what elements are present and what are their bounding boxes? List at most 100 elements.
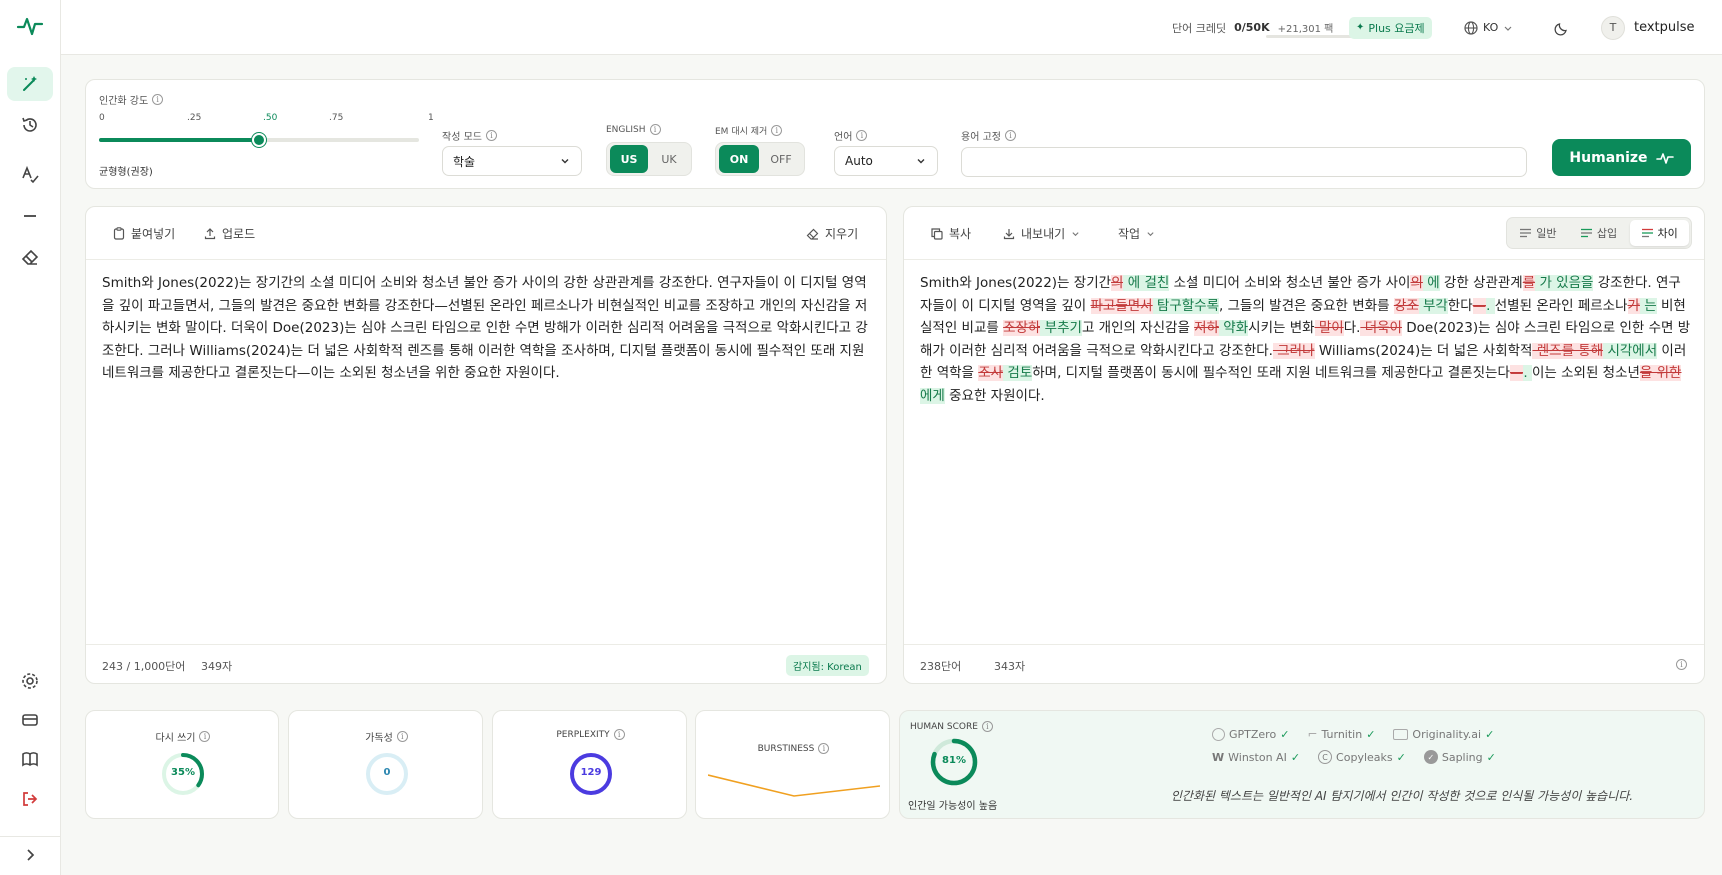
- diff-deletion: 의: [1111, 275, 1124, 291]
- credit-card-icon: [22, 714, 38, 726]
- copy-button[interactable]: 복사: [931, 225, 971, 242]
- diff-unchanged: 소셜 미디어 소비와 청소년 불안 증가 사이: [1169, 275, 1411, 291]
- sidebar-humanize-button[interactable]: [7, 67, 53, 101]
- chevron-down-icon: [917, 159, 925, 164]
- output-diff-text[interactable]: Smith와 Jones(2022)는 장기간의 에 걸친 소셜 미디어 소비와…: [920, 272, 1692, 408]
- avatar: T: [1601, 15, 1625, 40]
- strength-slider-thumb[interactable]: [252, 133, 266, 147]
- info-icon[interactable]: i: [613, 729, 625, 740]
- export-button[interactable]: 내보내기: [1003, 225, 1080, 242]
- sidebar-docs-button[interactable]: [7, 742, 53, 776]
- language-select[interactable]: Auto: [834, 146, 938, 176]
- detector-name: Turnitin: [1321, 727, 1363, 741]
- diff-deletion: 가: [1627, 297, 1640, 314]
- human-score-caption: 인간일 가능성이 높음: [908, 801, 998, 812]
- diff-deletion: 말이: [1314, 320, 1344, 337]
- clear-button[interactable]: 지우기: [806, 225, 858, 242]
- sidebar-billing-button[interactable]: [7, 703, 53, 737]
- sidebar-settings-button[interactable]: [7, 664, 53, 698]
- clear-label: 지우기: [825, 227, 859, 241]
- language-selector[interactable]: KO: [1464, 0, 1513, 55]
- tick-50: .50: [263, 113, 278, 123]
- info-icon[interactable]: i: [396, 731, 408, 742]
- view-normal-label: 일반: [1536, 227, 1557, 240]
- chevron-down-icon: [561, 159, 569, 164]
- gear-icon: [22, 673, 38, 689]
- info-icon[interactable]: i: [1004, 130, 1016, 141]
- check-icon: ✓: [1366, 727, 1376, 741]
- chevron-down-icon: [1072, 232, 1079, 237]
- english-uk-option[interactable]: UK: [650, 145, 688, 173]
- check-icon: ✓: [1396, 750, 1406, 764]
- em-dash-off-option[interactable]: OFF: [761, 145, 801, 173]
- output-char-count: 343자: [994, 660, 1026, 673]
- sidebar-eraser-button[interactable]: [7, 240, 53, 274]
- input-char-count: 349자: [201, 660, 233, 673]
- rewrite-label-text: 다시 쓰기: [155, 733, 196, 744]
- info-icon[interactable]: i: [485, 130, 497, 141]
- readability-label-text: 가독성: [365, 733, 393, 744]
- paste-label: 붙여넣기: [131, 227, 176, 241]
- clipboard-icon: [113, 227, 125, 240]
- strength-ticks: 0 .25 .50 .75 1: [99, 113, 434, 125]
- info-icon[interactable]: i: [818, 743, 830, 754]
- mode-select[interactable]: 학술: [442, 146, 582, 176]
- info-icon[interactable]: i: [1676, 659, 1687, 670]
- english-us-option[interactable]: US: [610, 145, 648, 173]
- input-text[interactable]: Smith와 Jones(2022)는 장기간의 소셜 미디어 소비와 청소년 …: [102, 272, 872, 385]
- sidebar-dash-button[interactable]: [7, 199, 53, 233]
- info-icon[interactable]: i: [981, 721, 993, 732]
- footer-divider: [904, 644, 1704, 645]
- chevron-down-icon: [1504, 26, 1512, 31]
- info-icon[interactable]: i: [856, 130, 868, 141]
- info-icon[interactable]: i: [649, 124, 661, 135]
- sidebar-logout-button[interactable]: [7, 782, 53, 816]
- terms-input[interactable]: [961, 147, 1527, 177]
- diff-unchanged: Smith와 Jones(2022)는 장기간: [920, 275, 1112, 291]
- detected-language-badge: 감지됨: Korean: [786, 655, 869, 676]
- detector-name: Sapling: [1441, 750, 1483, 764]
- logo-pulse-icon[interactable]: [16, 14, 44, 41]
- view-normal-option[interactable]: 일반: [1509, 220, 1568, 246]
- language-label-text: 언어: [834, 132, 853, 143]
- burstiness-metric-card: BURSTINESS i: [695, 710, 890, 819]
- sidebar-spellcheck-button[interactable]: [7, 158, 53, 192]
- strength-slider[interactable]: [99, 133, 419, 147]
- magic-wand-icon: [23, 76, 37, 91]
- english-label: ENGLISH i: [606, 124, 661, 135]
- upload-button[interactable]: 업로드: [204, 225, 255, 242]
- perplexity-metric-card: PERPLEXITY i 129: [492, 710, 687, 819]
- sidebar-expand-button[interactable]: [7, 838, 53, 872]
- detector-name: Copyleaks: [1336, 750, 1393, 764]
- chevron-right-icon: [27, 849, 35, 861]
- originality-icon: [1393, 728, 1409, 740]
- rewrite-metric-card: 다시 쓰기 i 35%: [85, 710, 279, 819]
- eraser-icon: [806, 228, 819, 240]
- user-menu[interactable]: T textpulse: [1601, 0, 1695, 55]
- view-insert-option[interactable]: 삽입: [1570, 220, 1629, 246]
- mode-value: 학술: [453, 154, 476, 169]
- diff-deletion: 파고들면서: [1090, 297, 1153, 314]
- actions-button[interactable]: 작업: [1118, 225, 1155, 242]
- view-diff-option[interactable]: 차이: [1630, 220, 1690, 246]
- diff-unchanged: Williams(2024)는 더 넓은 사회학적: [1314, 342, 1533, 359]
- diff-unchanged: 선별된 온라인 페르소나: [1494, 297, 1628, 314]
- plan-badge[interactable]: ✦ Plus 요금제: [1349, 0, 1432, 55]
- info-icon[interactable]: i: [199, 731, 211, 742]
- copyleaks-icon: C: [1318, 750, 1333, 764]
- diff-deletion: 저하: [1194, 320, 1220, 337]
- plan-badge-label: Plus 요금제: [1368, 21, 1425, 35]
- sapling-icon: ✓: [1423, 750, 1438, 764]
- sidebar-history-button[interactable]: [7, 108, 53, 142]
- paste-button[interactable]: 붙여넣기: [113, 225, 175, 242]
- em-dash-on-option[interactable]: ON: [719, 145, 759, 173]
- humanize-button[interactable]: Humanize: [1552, 139, 1691, 176]
- info-icon[interactable]: i: [152, 94, 164, 105]
- info-icon[interactable]: i: [771, 125, 783, 136]
- output-editor-panel: 복사 내보내기 작업 일반 삽입 차이 Smith와 Jones(2022)는 …: [903, 206, 1705, 684]
- spellcheck-icon: [22, 165, 39, 184]
- burstiness-label-text: BURSTINESS: [757, 743, 815, 754]
- credits-bonus: +21,301 팩: [1277, 24, 1334, 35]
- theme-toggle[interactable]: [1554, 0, 1570, 55]
- diff-insertion: 에: [1422, 275, 1440, 291]
